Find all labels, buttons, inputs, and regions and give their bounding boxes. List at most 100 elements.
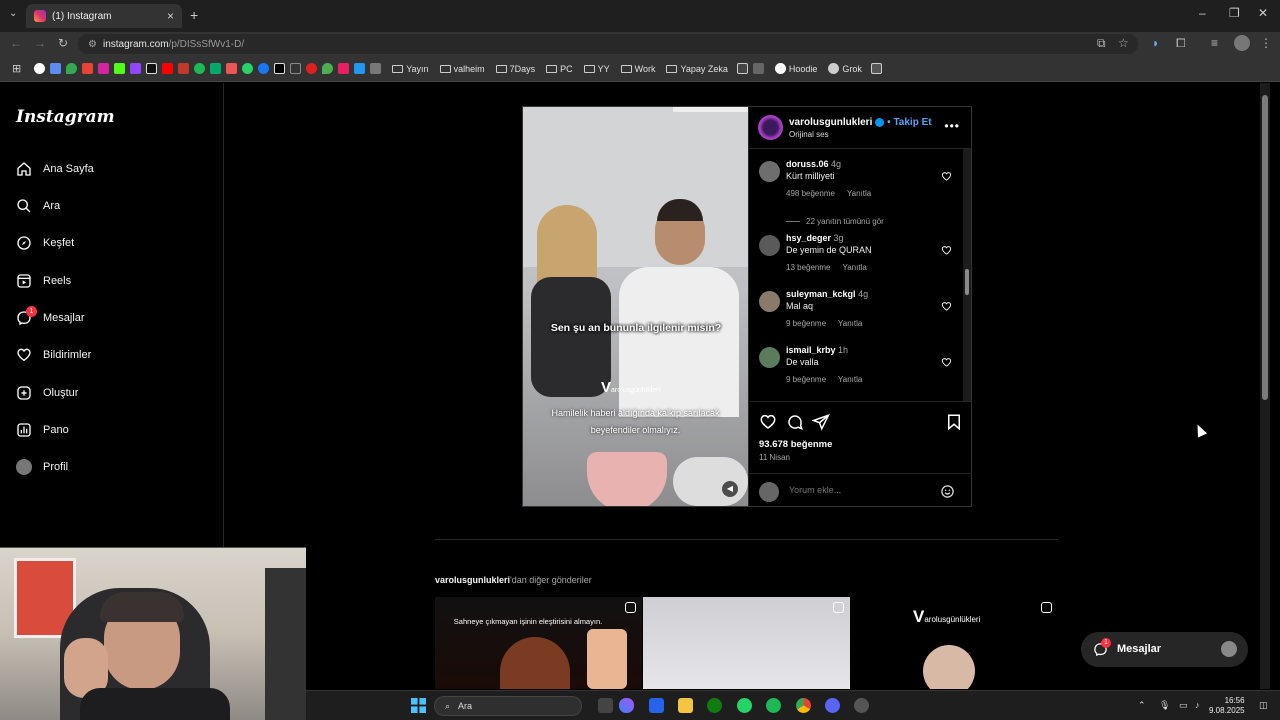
- bookmark-grok[interactable]: Grok: [828, 63, 862, 74]
- microphone-icon[interactable]: 🎙: [1159, 700, 1170, 711]
- blue-bookmark-icon[interactable]: [354, 63, 366, 74]
- comment-like-heart-icon[interactable]: [941, 245, 952, 256]
- c-bookmark-icon[interactable]: [338, 63, 350, 74]
- page-scrollbar[interactable]: [1260, 83, 1270, 689]
- install-app-icon[interactable]: ⧉: [1097, 36, 1106, 51]
- reel-video[interactable]: Sen şu an bununla ilgilenir misin? Varol…: [523, 107, 748, 506]
- copilot-icon[interactable]: [619, 698, 634, 713]
- profile-avatar[interactable]: [1234, 35, 1250, 51]
- x-bookmark-icon[interactable]: [274, 63, 286, 74]
- follow-button[interactable]: Takip Et: [893, 117, 931, 128]
- bookmark-folder-valheim[interactable]: valheim: [439, 64, 485, 74]
- leaf-bookmark-icon[interactable]: [322, 63, 334, 74]
- app-icon[interactable]: [854, 698, 869, 713]
- mute-icon[interactable]: ◀: [722, 481, 738, 497]
- emoji-icon[interactable]: [940, 484, 955, 499]
- comment-input[interactable]: [789, 485, 929, 495]
- sidebar-item-create[interactable]: Oluştur: [16, 385, 78, 401]
- bookmark-folder-yy[interactable]: YY: [583, 64, 610, 74]
- minimize-icon[interactable]: –: [1199, 6, 1206, 20]
- more-post-thumbnail[interactable]: Varolusgünlükleri: [851, 597, 1058, 689]
- comment-like-heart-icon[interactable]: [941, 301, 952, 312]
- reload-icon[interactable]: ↻: [58, 36, 68, 50]
- sidebar-item-profile[interactable]: Profil: [16, 459, 68, 475]
- sidebar-item-notifications[interactable]: Bildirimler: [16, 347, 91, 363]
- link-bookmark-icon[interactable]: [752, 63, 764, 74]
- author-avatar[interactable]: [758, 115, 783, 140]
- spotify-icon[interactable]: [766, 698, 781, 713]
- tab-list-chevron-icon[interactable]: ⌄: [9, 8, 17, 19]
- xbox-icon[interactable]: [707, 698, 722, 713]
- apps-grid-icon[interactable]: ⊞: [12, 62, 21, 75]
- task-view-icon[interactable]: [598, 698, 613, 713]
- reply-button[interactable]: Yanıtla: [838, 375, 862, 384]
- discord-icon[interactable]: [825, 698, 840, 713]
- chrome-icon[interactable]: [796, 698, 811, 713]
- comment-username[interactable]: doruss.06: [786, 159, 829, 169]
- sidebar-item-home[interactable]: Ana Sayfa: [16, 161, 94, 177]
- like-heart-icon[interactable]: [759, 413, 777, 431]
- comment-username[interactable]: hsy_deger: [786, 233, 831, 243]
- bookmark-folder-7days[interactable]: 7Days: [495, 64, 535, 74]
- bookmark-hoodie[interactable]: Hoodie: [774, 63, 817, 74]
- new-tab-icon[interactable]: +: [190, 7, 198, 23]
- film-bookmark-icon[interactable]: [226, 63, 238, 74]
- facebook-bookmark-icon[interactable]: [258, 63, 270, 74]
- comment-like-heart-icon[interactable]: [941, 357, 952, 368]
- sidebar-item-explore[interactable]: Keşfet: [16, 235, 74, 251]
- browser-menu-icon[interactable]: ⋮: [1260, 36, 1272, 50]
- comment-likes[interactable]: 9 beğenme: [786, 375, 826, 384]
- more-posts-username[interactable]: varolusgunlukleri: [435, 575, 510, 585]
- bookmark-star-icon[interactable]: ☆: [1118, 36, 1129, 50]
- forward-arrow-icon[interactable]: →: [34, 36, 46, 50]
- translate-bookmark-icon[interactable]: [50, 63, 62, 74]
- messages-floating-button[interactable]: 1 Mesajlar: [1081, 632, 1248, 667]
- more-post-thumbnail[interactable]: Sahneye çıkmayan işinin eleştirisini alm…: [435, 597, 642, 689]
- tray-chevron-icon[interactable]: ⌃: [1138, 700, 1146, 711]
- sidebar-item-dashboard[interactable]: Pano: [16, 422, 69, 438]
- file-explorer-icon[interactable]: [678, 698, 693, 713]
- site-info-icon[interactable]: ⚙: [88, 39, 97, 50]
- comment-like-heart-icon[interactable]: [941, 171, 952, 182]
- sidebar-item-search[interactable]: Ara: [16, 198, 60, 214]
- comments-scroll-thumb[interactable]: [965, 269, 969, 295]
- save-bookmark-icon[interactable]: [945, 413, 963, 431]
- green-bookmark-icon[interactable]: [210, 63, 222, 74]
- page-scroll-thumb[interactable]: [1262, 95, 1268, 400]
- opera-bookmark-icon[interactable]: [306, 63, 318, 74]
- comment-username[interactable]: suleyman_kckgl: [786, 289, 856, 299]
- more-post-thumbnail[interactable]: [643, 597, 850, 689]
- comment-avatar[interactable]: [759, 235, 780, 256]
- volume-icon[interactable]: ♪: [1195, 700, 1200, 710]
- whatsapp-icon[interactable]: [737, 698, 752, 713]
- comment-bubble-icon[interactable]: [786, 413, 804, 431]
- reply-button[interactable]: Yanıtla: [842, 263, 866, 272]
- taskbar-search-box[interactable]: ⌕ Ara: [434, 696, 582, 716]
- back-arrow-icon[interactable]: ←: [10, 36, 22, 50]
- p-bookmark-icon[interactable]: [290, 63, 302, 74]
- spotify-bookmark-icon[interactable]: [194, 63, 206, 74]
- red-bookmark-icon[interactable]: [178, 63, 190, 74]
- notification-bell-icon[interactable]: ◫: [1259, 700, 1268, 711]
- window-close-icon[interactable]: ✕: [1258, 6, 1268, 20]
- sidebar-item-reels[interactable]: Reels: [16, 273, 71, 289]
- youtube-bookmark-icon[interactable]: [162, 63, 174, 74]
- comment-avatar[interactable]: [759, 347, 780, 368]
- url-input[interactable]: ⚙ instagram.com/p/DISsSfWv1-D/: [78, 34, 1138, 54]
- bookmark-folder-work[interactable]: Work: [620, 64, 655, 74]
- browser-tab[interactable]: (1) Instagram ×: [26, 4, 182, 28]
- like-count[interactable]: 93.678 beğenme: [759, 439, 832, 450]
- author-username[interactable]: varolusgunlukleri: [789, 117, 872, 128]
- extensions-puzzle-icon[interactable]: ⧠: [1176, 36, 1186, 51]
- bookmark-folder-yayin[interactable]: Yayın: [392, 64, 429, 74]
- audio-label[interactable]: Orijinal ses: [789, 130, 829, 139]
- share-send-icon[interactable]: [812, 413, 830, 431]
- comment-avatar[interactable]: [759, 291, 780, 312]
- comment-username[interactable]: ismail_krby: [786, 345, 836, 355]
- maps-bookmark-icon[interactable]: [66, 63, 78, 74]
- instagram-logo[interactable]: Instagram: [16, 107, 115, 127]
- gmail-bookmark-icon[interactable]: [82, 63, 94, 74]
- media-control-icon[interactable]: ≡: [1211, 36, 1218, 50]
- reply-button[interactable]: Yanıtla: [838, 319, 862, 328]
- comment-likes[interactable]: 13 beğenme: [786, 263, 830, 272]
